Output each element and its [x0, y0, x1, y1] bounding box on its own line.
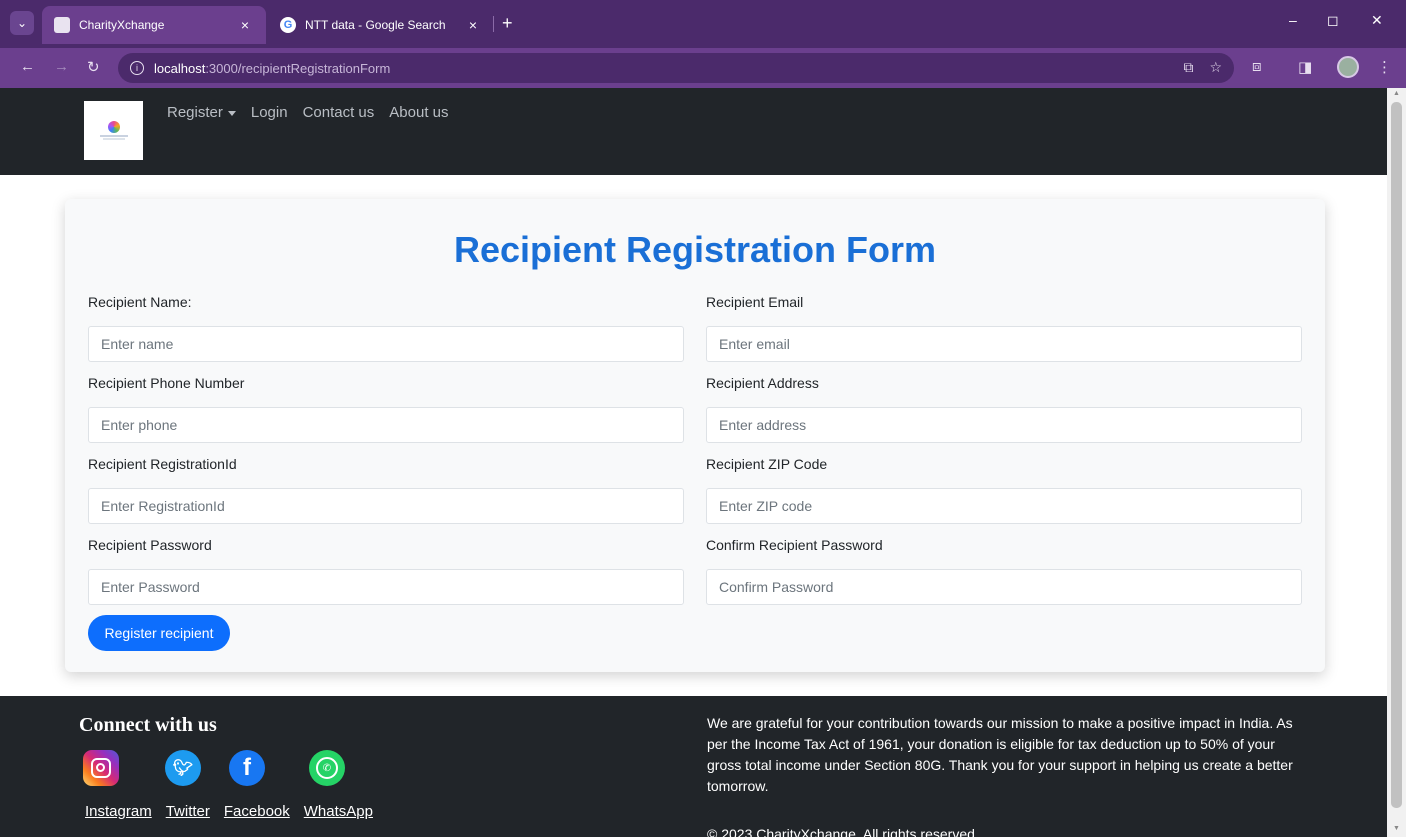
- tab-search-button[interactable]: ⌄: [10, 11, 34, 35]
- register-recipient-button[interactable]: Register recipient: [88, 615, 230, 651]
- recipient-email-group: Recipient Email: [706, 294, 1302, 362]
- close-tab-icon[interactable]: ×: [464, 17, 482, 33]
- nav-about-link[interactable]: About us: [389, 104, 448, 121]
- recipient-registrationid-label: Recipient RegistrationId: [88, 456, 237, 472]
- recipient-name-input[interactable]: [88, 326, 684, 362]
- recipient-registrationid-group: Recipient RegistrationId: [88, 456, 684, 524]
- recipient-address-group: Recipient Address: [706, 375, 1302, 443]
- nav-contact-link[interactable]: Contact us: [303, 104, 375, 121]
- social-links: Instagram Twitter Facebook WhatsApp: [85, 803, 373, 820]
- back-arrow-icon[interactable]: ←: [20, 58, 35, 75]
- caret-down-icon: [227, 110, 236, 116]
- tab-title: NTT data - Google Search: [305, 18, 446, 32]
- new-tab-button[interactable]: +: [502, 13, 513, 34]
- confirm-password-group: Confirm Recipient Password: [706, 537, 1302, 605]
- logo-flower-icon: [107, 121, 120, 133]
- site-footer: Connect with us 🐦︎ f ✆ Instagram Twitter…: [0, 696, 1387, 837]
- charityxchange-logo[interactable]: [84, 101, 143, 160]
- recipient-name-group: Recipient Name:: [88, 294, 684, 362]
- minimize-window-button[interactable]: –: [1289, 12, 1297, 28]
- confirm-password-label: Confirm Recipient Password: [706, 537, 883, 553]
- site-info-icon[interactable]: i: [130, 61, 144, 75]
- recipient-phone-label: Recipient Phone Number: [88, 375, 245, 391]
- recipient-zip-input[interactable]: [706, 488, 1302, 524]
- copyright-text: © 2023 CharityXchange. All rights reserv…: [707, 826, 979, 837]
- confirm-password-input[interactable]: [706, 569, 1302, 605]
- recipient-zip-group: Recipient ZIP Code: [706, 456, 1302, 524]
- url-text[interactable]: localhost:3000/recipientRegistrationForm: [154, 61, 390, 76]
- tab-title: CharityXchange: [79, 18, 165, 32]
- profile-avatar[interactable]: [1337, 56, 1359, 78]
- url-path: :3000/recipientRegistrationForm: [205, 60, 391, 76]
- recipient-zip-label: Recipient ZIP Code: [706, 456, 828, 472]
- instagram-icon[interactable]: [83, 750, 119, 786]
- nav-login-link[interactable]: Login: [251, 104, 288, 121]
- instagram-link[interactable]: Instagram: [85, 803, 152, 820]
- google-favicon-icon: G: [280, 17, 296, 33]
- facebook-link[interactable]: Facebook: [224, 803, 290, 820]
- logo-text-line: [99, 135, 128, 137]
- url-host: localhost: [154, 60, 206, 76]
- tax-deduction-note: We are grateful for your contribution to…: [707, 715, 1293, 794]
- side-panel-icon[interactable]: ◨: [1298, 58, 1312, 76]
- close-tab-icon[interactable]: ×: [236, 17, 254, 33]
- recipient-email-label: Recipient Email: [706, 294, 804, 310]
- connect-title: Connect with us: [79, 714, 217, 736]
- browser-menu-icon[interactable]: ⋮: [1377, 58, 1392, 76]
- recipient-phone-input[interactable]: [88, 407, 684, 443]
- nav-register-label: Register: [167, 104, 223, 121]
- tab-divider: [493, 16, 494, 32]
- facebook-icon[interactable]: f: [229, 750, 265, 786]
- install-app-icon[interactable]: ⧉: [1183, 59, 1193, 76]
- facebook-f-glyph: f: [243, 754, 251, 781]
- recipient-password-input[interactable]: [88, 569, 684, 605]
- twitter-bird-glyph: 🐦︎: [172, 760, 194, 777]
- nav-register-dropdown[interactable]: Register: [167, 104, 236, 121]
- instagram-camera-shape: [91, 758, 111, 778]
- recipient-password-label: Recipient Password: [88, 537, 212, 553]
- recipient-phone-group: Recipient Phone Number: [88, 375, 684, 443]
- extensions-puzzle-icon[interactable]: ⧈: [1252, 58, 1262, 75]
- address-bar[interactable]: i localhost:3000/recipientRegistrationFo…: [118, 53, 1234, 83]
- scroll-down-icon[interactable]: ▼: [1391, 825, 1402, 835]
- twitter-icon[interactable]: 🐦︎: [165, 750, 201, 786]
- reload-icon[interactable]: ↻: [87, 58, 100, 76]
- recipient-address-label: Recipient Address: [706, 375, 819, 391]
- browser-tab-bar: ⌄ CharityXchange × G NTT data - Google S…: [0, 0, 1406, 48]
- tab-ntt-data-search[interactable]: G NTT data - Google Search ×: [268, 6, 494, 44]
- tab-charityxchange[interactable]: CharityXchange ×: [42, 6, 266, 44]
- whatsapp-ring-shape: ✆: [316, 757, 338, 779]
- scrollbar-thumb[interactable]: [1391, 102, 1402, 808]
- whatsapp-link[interactable]: WhatsApp: [304, 803, 373, 820]
- recipient-registrationid-input[interactable]: [88, 488, 684, 524]
- maximize-window-button[interactable]: ◻: [1327, 12, 1339, 29]
- browser-toolbar: ← → ↻ i localhost:3000/recipientRegistra…: [0, 48, 1406, 88]
- recipient-name-label: Recipient Name:: [88, 294, 192, 310]
- close-window-button[interactable]: ✕: [1371, 12, 1383, 29]
- recipient-email-input[interactable]: [706, 326, 1302, 362]
- recipient-password-group: Recipient Password: [88, 537, 684, 605]
- forward-arrow-icon[interactable]: →: [54, 58, 69, 75]
- bookmark-star-icon[interactable]: ☆: [1209, 59, 1222, 76]
- site-navbar: Register Login Contact us About us: [0, 88, 1387, 175]
- logo-text-line: [102, 138, 125, 140]
- chevron-down-icon: ⌄: [16, 16, 28, 30]
- scroll-up-icon[interactable]: ▲: [1391, 90, 1402, 100]
- registration-card: Recipient Registration Form Recipient Na…: [65, 199, 1325, 672]
- twitter-link[interactable]: Twitter: [166, 803, 210, 820]
- charityxchange-favicon-icon: [54, 17, 70, 33]
- nav-links: Register Login Contact us About us: [167, 104, 449, 121]
- page-scrollbar[interactable]: ▲ ▼: [1387, 88, 1406, 837]
- page-viewport: Register Login Contact us About us Recip…: [0, 88, 1387, 837]
- recipient-address-input[interactable]: [706, 407, 1302, 443]
- form-title: Recipient Registration Form: [453, 229, 937, 270]
- whatsapp-icon[interactable]: ✆: [309, 750, 345, 786]
